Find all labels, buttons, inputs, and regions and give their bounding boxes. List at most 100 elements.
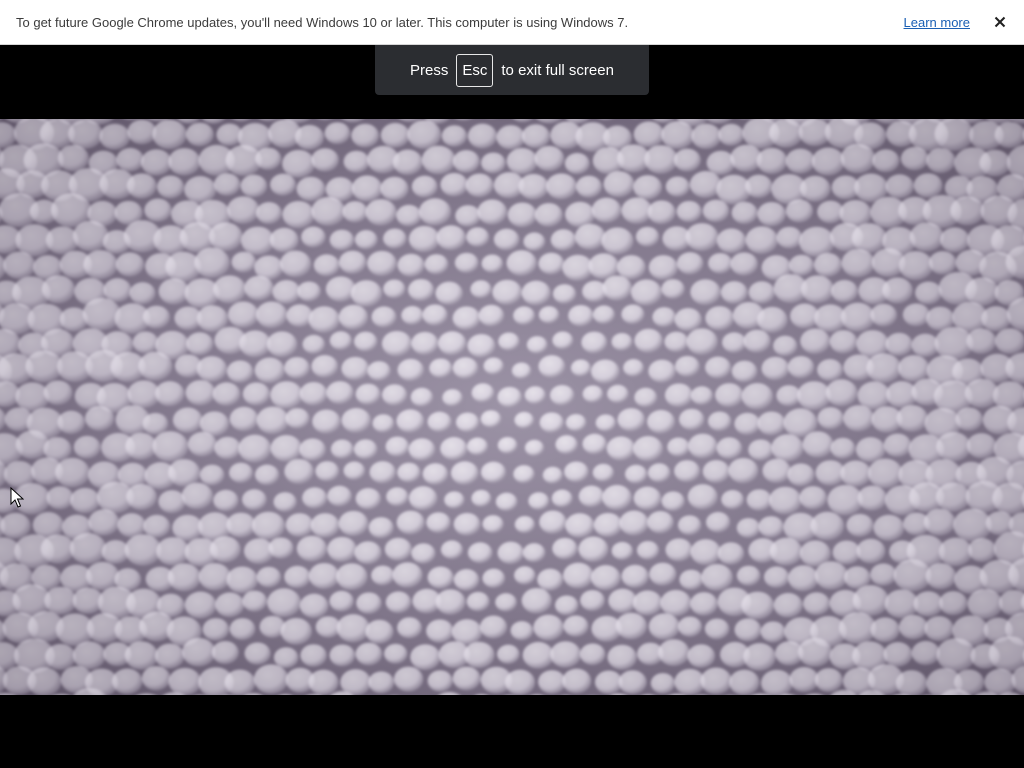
bead: [383, 228, 407, 249]
bead: [926, 148, 956, 174]
bead: [592, 463, 614, 482]
bead: [327, 536, 357, 562]
bead: [208, 222, 243, 252]
bead: [103, 278, 132, 302]
bead: [631, 279, 662, 306]
bead: [896, 405, 928, 432]
bead: [563, 562, 594, 589]
bead: [716, 228, 747, 254]
bead: [85, 405, 115, 431]
bead: [883, 642, 913, 667]
bead: [923, 508, 956, 536]
bead: [649, 562, 677, 586]
bead: [676, 200, 702, 223]
bead: [482, 568, 506, 588]
bead: [238, 434, 272, 463]
bead: [830, 437, 856, 459]
bead: [256, 566, 282, 588]
bead: [636, 540, 660, 560]
bead: [647, 409, 676, 434]
bead: [524, 439, 545, 457]
bead: [117, 513, 146, 538]
bead: [688, 433, 718, 459]
infobar-message: To get future Google Chrome updates, you…: [16, 14, 629, 30]
bead: [270, 434, 302, 462]
bead: [528, 492, 550, 510]
bead: [702, 199, 730, 223]
bead: [381, 330, 412, 357]
close-icon[interactable]: [992, 14, 1008, 30]
bead: [198, 563, 231, 591]
bead: [840, 302, 875, 332]
bead: [45, 226, 79, 255]
bead: [72, 641, 106, 670]
bead: [965, 277, 999, 306]
bead: [763, 566, 790, 588]
bead: [313, 254, 340, 277]
bead: [513, 119, 533, 123]
bead: [342, 201, 368, 223]
bead: [690, 592, 718, 616]
bead: [185, 380, 216, 406]
bead: [343, 461, 366, 480]
exit-fullscreen-toast: Press Esc to exit full screen: [375, 45, 649, 95]
bead: [689, 171, 722, 198]
bead: [481, 152, 506, 174]
bead: [126, 483, 157, 510]
fullscreen-stage[interactable]: Press Esc to exit full screen: [0, 45, 1024, 768]
bead: [883, 433, 912, 457]
bead: [647, 511, 674, 534]
bead: [748, 439, 774, 461]
bead: [644, 145, 678, 174]
bead: [226, 512, 256, 538]
bead: [132, 331, 159, 354]
bead: [83, 250, 118, 280]
bead: [297, 281, 321, 302]
bead: [588, 253, 620, 280]
bead: [356, 592, 382, 614]
bead: [451, 619, 483, 645]
learn-more-link[interactable]: Learn more: [904, 15, 970, 30]
bead: [312, 409, 341, 434]
bead: [127, 119, 157, 145]
bead: [268, 537, 294, 559]
bead: [706, 150, 736, 176]
bead: [408, 278, 435, 302]
bead: [800, 328, 831, 354]
bead: [232, 119, 251, 122]
bead: [442, 389, 463, 407]
bead: [168, 667, 202, 695]
bead: [611, 332, 633, 351]
bead: [315, 461, 340, 482]
bead: [593, 305, 615, 325]
bead: [401, 305, 424, 325]
bead: [690, 386, 713, 406]
bead: [251, 511, 285, 540]
bead: [870, 563, 897, 586]
bead: [843, 566, 871, 589]
bead: [253, 664, 289, 694]
bead: [769, 486, 802, 515]
bead: [602, 484, 632, 511]
bead: [154, 643, 185, 669]
bead: [367, 361, 391, 381]
bead: [202, 618, 230, 641]
bead: [296, 535, 327, 562]
bead: [936, 638, 976, 672]
bead: [621, 564, 649, 588]
bead: [187, 431, 217, 457]
bead: [302, 334, 326, 354]
bead: [392, 562, 423, 588]
bead: [129, 282, 156, 305]
bead: [470, 280, 492, 299]
bead: [720, 281, 748, 304]
bead: [998, 590, 1024, 616]
bead: [254, 357, 285, 384]
bead: [661, 491, 685, 512]
bead: [564, 152, 590, 175]
bead: [617, 255, 646, 280]
bead: [505, 669, 536, 695]
bead: [552, 331, 574, 350]
bead: [380, 122, 410, 148]
video-player[interactable]: [0, 119, 1024, 695]
